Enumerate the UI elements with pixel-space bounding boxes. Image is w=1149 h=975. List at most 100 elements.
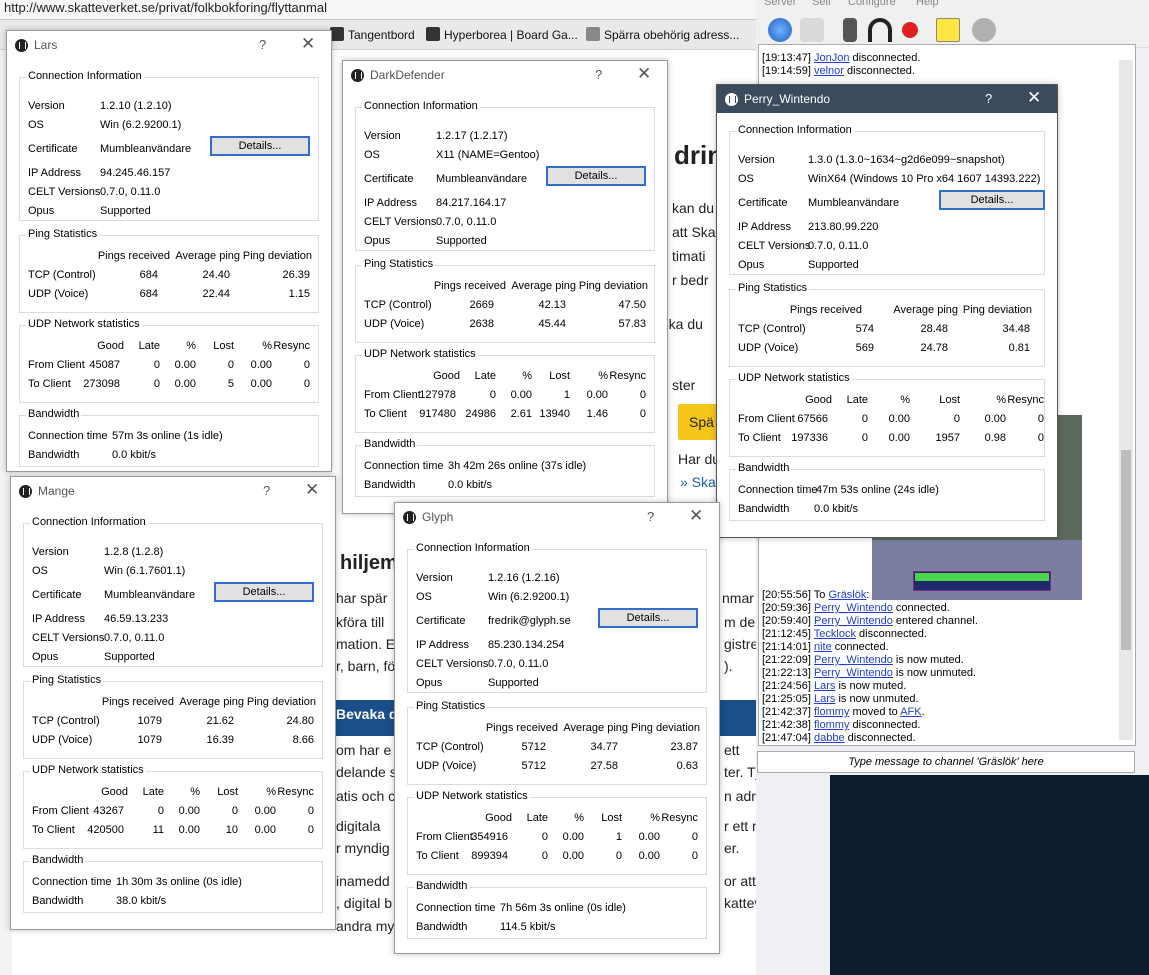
- to-client-resync: 0: [639, 408, 646, 420]
- comment-icon[interactable]: [936, 18, 960, 42]
- chat-line: [19:14:59] velnor disconnected.: [762, 65, 915, 77]
- certificate-details-button[interactable]: Details...: [939, 190, 1045, 210]
- udp-network-group: UDP Network statistics Good Late% Lost% Resy…: [23, 764, 323, 849]
- users-icon[interactable]: [972, 18, 996, 42]
- to-client-lost-percent: 0.00: [254, 824, 276, 836]
- pings-received-header: Pings received: [101, 696, 174, 708]
- close-button[interactable]: ✕: [1027, 88, 1041, 108]
- to-client-late-percent: 0.00: [562, 850, 584, 862]
- percent-header: %: [574, 812, 584, 824]
- chat-line: [21:42:37] flommy moved to AFK.: [762, 706, 925, 718]
- connect-globe-icon[interactable]: [768, 18, 792, 42]
- menu-help[interactable]: Help: [916, 0, 939, 8]
- tcp-pings-received: 684: [139, 269, 158, 281]
- lost-header: Lost: [217, 786, 238, 798]
- ip-address-label: IP Address: [32, 613, 85, 625]
- connection-time-label: Connection time: [32, 876, 112, 888]
- version-label: Version: [28, 100, 65, 112]
- percent-header: %: [186, 340, 196, 352]
- udp-label: UDP (Voice): [32, 734, 93, 746]
- help-button[interactable]: ?: [259, 37, 266, 52]
- certificate-value: Mumbleanvändare: [104, 589, 196, 601]
- certificate-details-button[interactable]: Details...: [210, 136, 310, 156]
- ip-address-value: 85.230.134.254: [488, 639, 565, 651]
- to-client-label: To Client: [32, 824, 75, 836]
- group-title: Ping Statistics: [736, 282, 810, 294]
- user-info-dialog: Lars? ✕ Connection Information Version 1.2.1…: [6, 30, 332, 472]
- udp-network-group: UDP Network statistics Good Late% Lost% Resy…: [407, 790, 707, 875]
- celt-versions-label: CELT Versions: [416, 658, 489, 670]
- page-text: r bedr: [672, 272, 709, 288]
- url-text[interactable]: http://www.skatteverket.se/privat/folkbo…: [4, 0, 327, 18]
- page-text: digitala: [336, 818, 381, 834]
- close-button[interactable]: ✕: [637, 64, 651, 84]
- bookmark-sparra[interactable]: Spärra obehörig adress...: [586, 27, 739, 42]
- chat-input[interactable]: Type message to channel 'Gräslök' here: [757, 751, 1135, 773]
- help-button[interactable]: ?: [647, 509, 654, 524]
- connection-time-value: 47m 53s online (24s idle): [816, 484, 939, 496]
- microphone-icon[interactable]: [843, 18, 857, 42]
- udp-label: UDP (Voice): [364, 318, 425, 330]
- chat-line: [21:25:05] Lars is now unmuted.: [762, 693, 919, 705]
- close-button[interactable]: ✕: [689, 506, 703, 526]
- tcp-pings-received: 574: [855, 323, 874, 335]
- late-header: Late: [142, 786, 164, 798]
- opus-label: Opus: [416, 677, 443, 689]
- ping-statistics-group: Ping Statistics Pings received Average pin…: [729, 282, 1045, 367]
- info-icon[interactable]: [800, 18, 824, 42]
- menu-server[interactable]: Server: [764, 0, 796, 8]
- from-client-lost-percent: 0.00: [984, 413, 1006, 425]
- from-client-lost: 0: [227, 359, 234, 371]
- bookmark-tangentbord[interactable]: Tangentbord: [330, 27, 415, 42]
- close-button[interactable]: ✕: [305, 480, 319, 500]
- connection-time-label: Connection time: [364, 460, 444, 472]
- from-client-label: From Client: [364, 389, 421, 401]
- resync-header: Resync: [661, 812, 698, 824]
- certificate-value: Mumbleanvändare: [100, 143, 192, 155]
- menu-self[interactable]: Self: [812, 0, 831, 8]
- celt-versions-value: 0.7.0, 0.11.0: [808, 240, 869, 252]
- os-value: X11 (NAME=Gentoo): [436, 149, 540, 161]
- dialog-titlebar[interactable]: DarkDefender? ✕: [343, 61, 667, 89]
- to-client-good: 273098: [83, 378, 120, 390]
- help-button[interactable]: ?: [595, 67, 602, 82]
- from-client-good: 67566: [797, 413, 828, 425]
- pings-received-header: Pings received: [789, 304, 862, 316]
- help-button[interactable]: ?: [985, 91, 992, 106]
- dialog-titlebar[interactable]: Lars? ✕: [7, 31, 331, 59]
- headphones-icon[interactable]: [868, 18, 892, 42]
- certificate-details-button[interactable]: Details...: [214, 582, 314, 602]
- chat-scrollbar-thumb[interactable]: [1121, 450, 1131, 650]
- browser-address-bar[interactable]: http://www.skatteverket.se/privat/folkbo…: [0, 0, 756, 20]
- resync-header: Resync: [273, 340, 310, 352]
- tcp-label: TCP (Control): [738, 323, 806, 335]
- dialog-titlebar[interactable]: Mange? ✕: [11, 477, 335, 505]
- version-label: Version: [738, 154, 775, 166]
- certificate-details-button[interactable]: Details...: [546, 166, 646, 186]
- chat-line: [20:59:36] Perry_Wintendo connected.: [762, 602, 950, 614]
- dialog-titlebar[interactable]: Glyph? ✕: [395, 503, 719, 531]
- to-client-label: To Client: [416, 850, 459, 862]
- certificate-label: Certificate: [364, 173, 414, 185]
- from-client-lost: 1: [615, 831, 622, 843]
- page-text: mation. E: [336, 636, 396, 652]
- help-button[interactable]: ?: [263, 483, 270, 498]
- certificate-details-button[interactable]: Details...: [598, 608, 698, 628]
- dialog-titlebar[interactable]: Perry_Wintendo? ✕: [717, 85, 1057, 113]
- menu-configure[interactable]: Configure: [848, 0, 896, 8]
- record-icon[interactable]: [902, 22, 918, 38]
- average-ping-header: Average ping: [893, 304, 958, 316]
- bookmark-hyperborea[interactable]: Hyperborea | Board Ga...: [426, 27, 578, 42]
- page-text: ).: [724, 658, 733, 674]
- from-client-late-percent: 0.00: [888, 413, 910, 425]
- from-client-late-percent: 0.00: [510, 389, 532, 401]
- bandwidth-group: Bandwidth Connection time 1h 30m 3s online…: [23, 854, 323, 913]
- close-button[interactable]: ✕: [301, 34, 315, 54]
- os-label: OS: [738, 173, 754, 185]
- mumble-toolbar: [756, 12, 1149, 48]
- late-header: Late: [474, 370, 496, 382]
- from-client-late: 0: [153, 359, 160, 371]
- group-title: UDP Network statistics: [414, 790, 530, 802]
- tcp-pings-received: 1079: [137, 715, 162, 727]
- page-link[interactable]: » Skat: [680, 474, 720, 490]
